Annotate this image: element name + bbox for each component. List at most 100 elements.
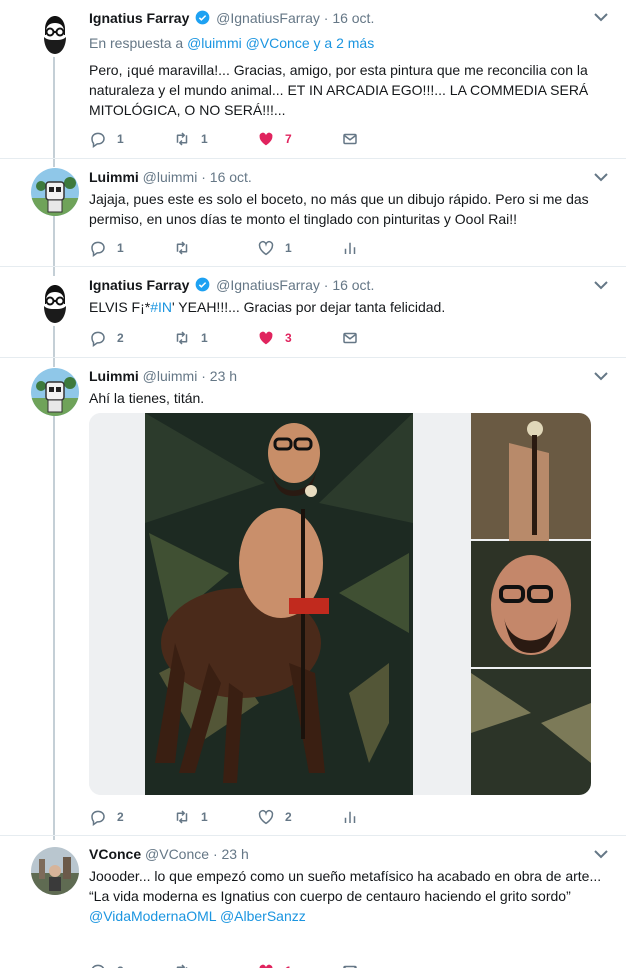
reply-button[interactable]: 1 (89, 239, 173, 257)
retweet-count: 1 (201, 331, 208, 345)
avatar[interactable] (31, 278, 79, 326)
retweet-icon (173, 962, 191, 968)
reply-button[interactable]: 2 (89, 962, 173, 968)
like-button[interactable]: 2 (257, 808, 341, 826)
tweet-text: Jajaja, pues este es solo el boceto, no … (89, 191, 589, 227)
reply-users-link[interactable]: @luimmi @VConce (187, 35, 310, 51)
retweet-button[interactable]: 1 (173, 130, 257, 148)
user-handle[interactable]: @luimmi (143, 169, 198, 185)
verified-badge-icon (195, 277, 210, 292)
direct-message-button[interactable] (341, 130, 425, 148)
reply-more-link[interactable]: y a 2 más (314, 35, 375, 51)
tweet-header: Ignatius Farray @IgnatiusFarray · 16 oct… (89, 8, 608, 28)
retweet-count: 1 (201, 132, 208, 146)
user-handle[interactable]: @luimmi (143, 368, 198, 384)
timestamp[interactable]: 16 oct. (332, 10, 374, 26)
reply-count: 2 (117, 964, 124, 968)
display-name[interactable]: Luimmi (89, 169, 139, 185)
reply-context: En respuesta a @luimmi @VConce y a 2 más (89, 34, 608, 52)
tweet-text: Joooder... lo que empezó como un sueño m… (89, 868, 602, 884)
tweet-header: Luimmi @luimmi · 16 oct. (89, 167, 608, 187)
timestamp[interactable]: 16 oct. (332, 277, 374, 293)
display-name[interactable]: VConce (89, 846, 141, 862)
avatar[interactable] (31, 9, 79, 57)
mention-links[interactable]: @VidaModernaOML @AlberSanzz (89, 908, 306, 924)
retweet-button[interactable] (173, 239, 257, 257)
like-button[interactable]: 7 (257, 130, 341, 148)
retweet-icon (173, 239, 191, 257)
reply-button[interactable]: 1 (89, 130, 173, 148)
heart-filled-icon (257, 962, 275, 968)
like-button[interactable]: 1 (257, 239, 341, 257)
analytics-button[interactable] (341, 808, 425, 826)
tweet-actions: 1 1 7 (89, 127, 425, 151)
tweet[interactable]: VConce @VConce · 23 h Joooder... lo que … (0, 837, 626, 968)
retweet-button[interactable]: 1 (173, 329, 257, 347)
like-count: 2 (285, 810, 292, 824)
avatar[interactable] (31, 847, 79, 895)
separator-dot: · (201, 368, 206, 384)
user-handle[interactable]: @VConce (145, 846, 209, 862)
heart-filled-icon (257, 130, 275, 148)
retweet-button[interactable]: 1 (173, 808, 257, 826)
direct-message-button[interactable] (341, 962, 425, 968)
timestamp[interactable]: 23 h (210, 368, 237, 384)
like-count: 1 (285, 964, 292, 968)
like-button[interactable]: 1 (257, 962, 341, 968)
reply-icon (89, 329, 107, 347)
display-name[interactable]: Ignatius Farray (89, 10, 189, 26)
reply-button[interactable]: 2 (89, 329, 173, 347)
media-gallery[interactable] (89, 413, 591, 795)
retweet-icon (173, 808, 191, 826)
retweet-button[interactable] (173, 962, 257, 968)
centaur-painting-image[interactable] (89, 413, 591, 795)
reply-count: 1 (117, 241, 124, 255)
envelope-icon (341, 962, 359, 968)
heart-icon (257, 239, 275, 257)
mentions: @VidaModernaOML @AlberSanzz (89, 906, 608, 926)
reply-count: 1 (117, 132, 124, 146)
separator-dot: · (323, 10, 329, 26)
like-count: 3 (285, 331, 292, 345)
tweet[interactable]: Ignatius Farray @IgnatiusFarray · 16 oct… (0, 268, 626, 358)
hashtag-link[interactable]: #IN (150, 299, 172, 315)
tweet-header: Ignatius Farray @IgnatiusFarray · 16 oct… (89, 275, 608, 295)
reply-button[interactable]: 2 (89, 808, 173, 826)
verified-badge-icon (195, 10, 210, 25)
reply-count: 2 (117, 331, 124, 345)
analytics-button[interactable] (341, 239, 425, 257)
reply-icon (89, 130, 107, 148)
tweet-text-part: ELVIS F¡* (89, 299, 151, 315)
retweet-count: 1 (201, 810, 208, 824)
user-handle[interactable]: @IgnatiusFarray (216, 277, 320, 293)
tweet-actions: 1 1 (89, 236, 425, 260)
reply-icon (89, 808, 107, 826)
reply-prefix: En respuesta a (89, 35, 184, 51)
separator-dot: · (201, 169, 206, 185)
display-name[interactable]: Luimmi (89, 368, 139, 384)
reply-icon (89, 239, 107, 257)
tweet-text: Ahí la tienes, titán. (89, 390, 205, 406)
direct-message-button[interactable] (341, 329, 425, 347)
timestamp[interactable]: 16 oct. (210, 169, 252, 185)
envelope-icon (341, 329, 359, 347)
display-name[interactable]: Ignatius Farray (89, 277, 189, 293)
heart-icon (257, 808, 275, 826)
tweet-actions: 2 1 (89, 959, 425, 968)
separator-dot: · (323, 277, 329, 293)
retweet-icon (173, 329, 191, 347)
user-handle[interactable]: @IgnatiusFarray (216, 10, 320, 26)
avatar[interactable] (31, 368, 79, 416)
avatar[interactable] (31, 168, 79, 216)
like-button[interactable]: 3 (257, 329, 341, 347)
tweet-actions: 2 1 3 (89, 326, 425, 350)
analytics-icon (341, 808, 359, 826)
separator-dot: · (212, 846, 218, 862)
like-count: 7 (285, 132, 292, 146)
tweet[interactable]: Ignatius Farray @IgnatiusFarray · 16 oct… (0, 0, 626, 159)
timestamp[interactable]: 23 h (222, 846, 249, 862)
tweet[interactable]: Luimmi @luimmi · 16 oct. Jajaja, pues es… (0, 160, 626, 267)
tweet-quote-text: “La vida moderna es Ignatius con cuerpo … (89, 888, 571, 904)
analytics-icon (341, 239, 359, 257)
reply-count: 2 (117, 810, 124, 824)
